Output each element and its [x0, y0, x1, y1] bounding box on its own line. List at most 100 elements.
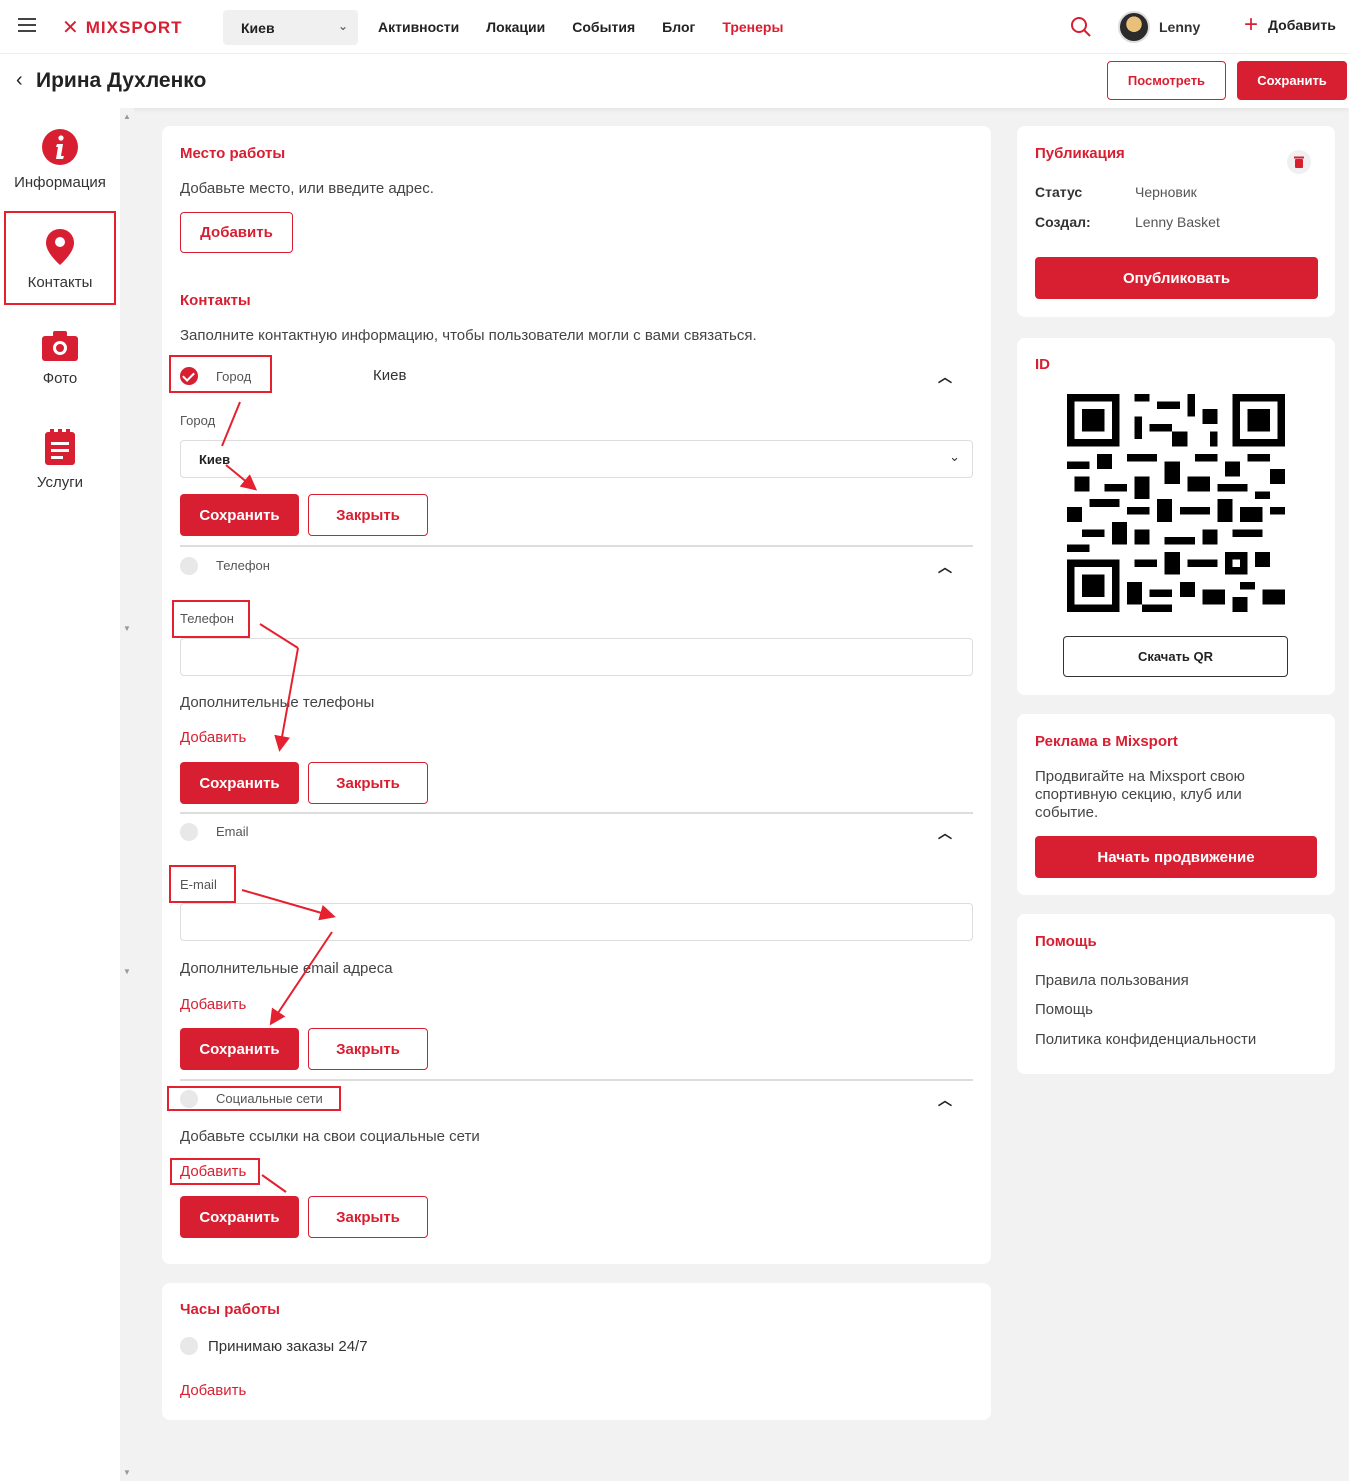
chevron-down-icon: ⌄ [337, 19, 348, 33]
hours-heading: Часы работы [180, 1301, 280, 1318]
help-link-rules[interactable]: Правила пользования [1035, 972, 1189, 989]
logo[interactable]: ✕ MIXSPORT [62, 15, 183, 40]
email-row-label: Email [216, 824, 249, 839]
social-row-label: Социальные сети [216, 1091, 323, 1106]
ads-heading: Реклама в Mixsport [1035, 733, 1178, 750]
hours-option: Принимаю заказы 24/7 [208, 1338, 368, 1355]
nav-link-activities[interactable]: Активности [378, 19, 459, 35]
status-value: Черновик [1135, 184, 1197, 200]
sidebar-item-services[interactable]: Услуги [0, 428, 120, 491]
sidebar-item-label: Контакты [27, 274, 93, 291]
email-save-button[interactable]: Сохранить [180, 1028, 299, 1070]
creator-key: Создал: [1035, 214, 1091, 230]
chevron-up-icon[interactable]: ︿ [938, 557, 952, 577]
chevron-up-icon[interactable]: ︿ [938, 1090, 952, 1110]
hours-card: Часы работы Принимаю заказы 24/7 Добавит… [162, 1283, 991, 1420]
social-add-link[interactable]: Добавить [180, 1163, 246, 1180]
city-save-button[interactable]: Сохранить [180, 494, 299, 536]
user-name[interactable]: Lenny [1159, 19, 1200, 35]
chevron-up-icon[interactable]: ︿ [938, 823, 952, 843]
download-qr-button[interactable]: Скачать QR [1063, 636, 1288, 677]
page-header: ‹ Ирина Духленко Посмотреть Сохранить [0, 54, 1349, 108]
city-check-icon[interactable] [180, 367, 198, 385]
publication-card: Публикация Статус Черновик Создал: Lenny… [1017, 126, 1335, 317]
workplace-description: Добавьте место, или введите адрес. [180, 180, 434, 197]
nav-link-trainers[interactable]: Тренеры [722, 19, 783, 35]
sidebar-item-info[interactable]: Информация [0, 128, 120, 191]
contacts-card: Место работы Добавьте место, или введите… [162, 126, 991, 1264]
scroll-down-icon[interactable]: ▼ [123, 624, 131, 633]
left-sidebar: Информация Контакты Фото Услуги [0, 108, 120, 1481]
social-close-button[interactable]: Закрыть [308, 1196, 428, 1238]
phone-check-icon[interactable] [180, 557, 198, 575]
hours-add-link[interactable]: Добавить [180, 1382, 246, 1399]
page-title: Ирина Духленко [36, 69, 207, 92]
workplace-heading: Место работы [180, 145, 286, 162]
back-arrow-icon[interactable]: ‹ [16, 69, 23, 92]
main-nav: Активности Локации События Блог Тренеры [378, 19, 783, 35]
scroll-up-icon[interactable]: ▲ [123, 112, 131, 121]
email-add-link[interactable]: Добавить [180, 996, 246, 1013]
logo-mark-icon: ✕ [62, 17, 80, 39]
top-navbar: ✕ MIXSPORT Киев ⌄ Активности Локации Событ… [0, 0, 1349, 54]
publication-heading: Публикация [1035, 145, 1125, 162]
view-button[interactable]: Посмотреть [1107, 61, 1226, 100]
help-link-help[interactable]: Помощь [1035, 1001, 1093, 1018]
contacts-description: Заполните контактную информацию, чтобы п… [180, 327, 757, 344]
contacts-heading: Контакты [180, 292, 251, 309]
search-icon[interactable] [1070, 16, 1092, 38]
publish-button[interactable]: Опубликовать [1035, 257, 1318, 299]
phone-extra-label: Дополнительные телефоны [180, 694, 375, 711]
social-description: Добавьте ссылки на свои социальные сети [180, 1128, 480, 1145]
nav-link-events[interactable]: События [572, 19, 635, 35]
save-button[interactable]: Сохранить [1237, 61, 1347, 100]
scrollbar[interactable] [120, 108, 134, 1481]
email-close-button[interactable]: Закрыть [308, 1028, 428, 1070]
scroll-down-icon[interactable]: ▼ [123, 967, 131, 976]
avatar[interactable] [1118, 11, 1150, 43]
clipboard-icon [45, 429, 75, 465]
id-heading: ID [1035, 356, 1050, 373]
divider [180, 812, 973, 814]
email-field-label: E-mail [180, 877, 217, 892]
nav-link-blog[interactable]: Блог [662, 19, 695, 35]
phone-close-button[interactable]: Закрыть [308, 762, 428, 804]
divider [180, 545, 973, 547]
qr-code-image [1067, 394, 1285, 612]
ads-text: Продвигайте на Mixsport свою спортивную … [1035, 768, 1245, 821]
add-button[interactable]: + Добавить [1244, 13, 1336, 37]
divider [180, 1079, 973, 1081]
workplace-add-button[interactable]: Добавить [180, 212, 293, 253]
hamburger-menu-icon[interactable] [18, 18, 36, 32]
trash-icon[interactable] [1287, 150, 1311, 174]
phone-save-button[interactable]: Сохранить [180, 762, 299, 804]
scroll-down-icon[interactable]: ▼ [123, 1468, 131, 1477]
city-select-value: Киев [199, 452, 231, 467]
sidebar-item-contacts[interactable]: Контакты [0, 228, 120, 291]
city-row-value: Киев [373, 367, 407, 384]
status-key: Статус [1035, 184, 1083, 200]
camera-icon [42, 331, 78, 361]
location-pin-icon [46, 229, 74, 265]
city-select[interactable]: Киев ⌄ [223, 10, 358, 45]
phone-add-link[interactable]: Добавить [180, 729, 246, 746]
help-heading: Помощь [1035, 933, 1097, 950]
sidebar-item-label: Услуги [36, 474, 84, 491]
add-button-label: Добавить [1268, 17, 1336, 33]
id-card: ID Скачать QR [1017, 338, 1335, 695]
social-check-icon[interactable] [180, 1090, 198, 1108]
email-input[interactable] [180, 903, 973, 941]
start-promotion-button[interactable]: Начать продвижение [1035, 836, 1317, 878]
nav-link-locations[interactable]: Локации [486, 19, 545, 35]
hours-check-icon[interactable] [180, 1337, 198, 1355]
city-select-field[interactable]: Киев ⌄ [180, 440, 973, 478]
phone-input[interactable] [180, 638, 973, 676]
email-check-icon[interactable] [180, 823, 198, 841]
social-save-button[interactable]: Сохранить [180, 1196, 299, 1238]
help-link-privacy[interactable]: Политика конфиденциальности [1035, 1031, 1256, 1048]
help-card: Помощь Правила пользования Помощь Полити… [1017, 914, 1335, 1074]
sidebar-item-photo[interactable]: Фото [0, 330, 120, 387]
city-select-value: Киев [241, 20, 275, 36]
chevron-up-icon[interactable]: ︿ [938, 367, 952, 387]
city-close-button[interactable]: Закрыть [308, 494, 428, 536]
